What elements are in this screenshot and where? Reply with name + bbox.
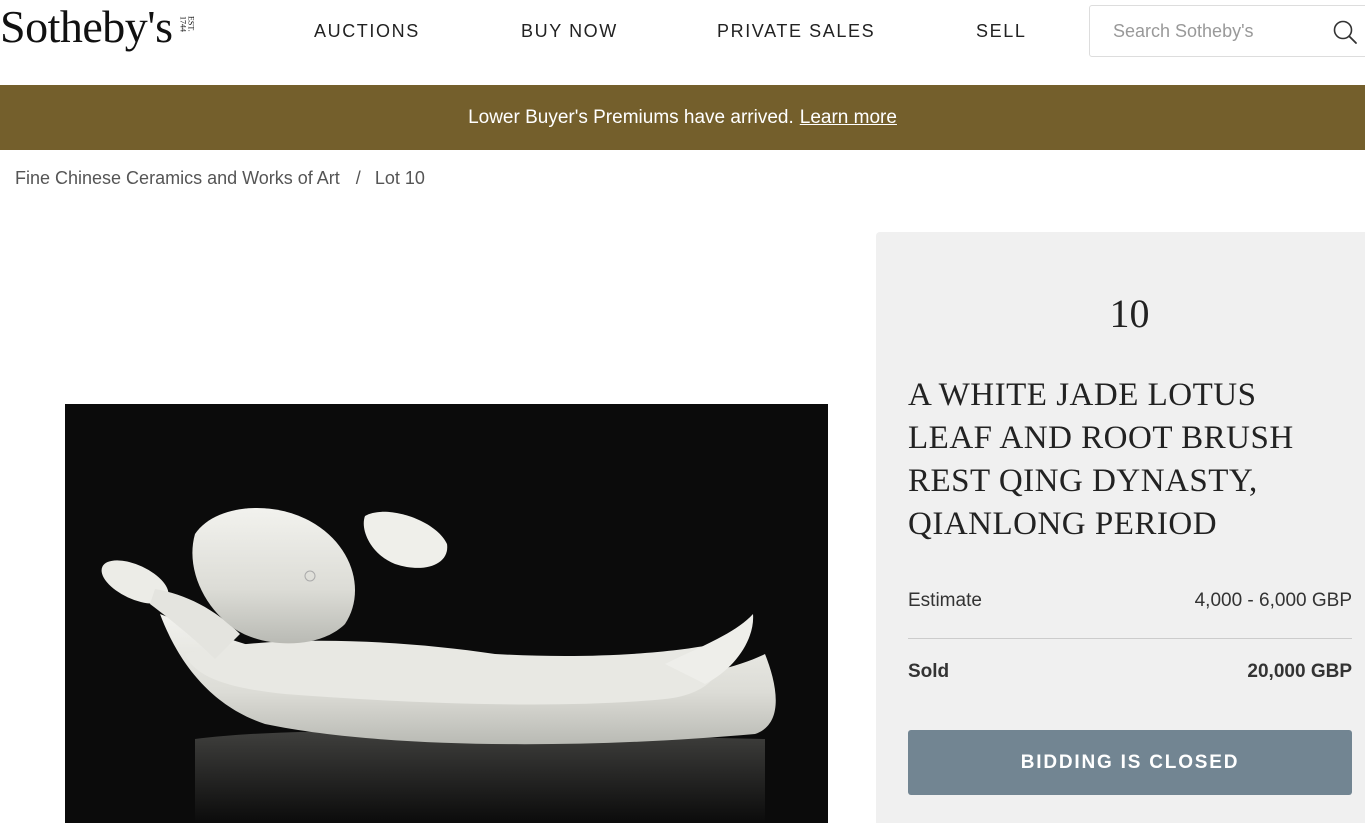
breadcrumb-auction-link[interactable]: Fine Chinese Ceramics and Works of Art — [15, 168, 340, 189]
logo-est-year: 1744 — [178, 16, 188, 32]
lot-number: 10 — [1109, 291, 1150, 336]
bidding-closed-button[interactable]: BIDDING IS CLOSED — [908, 730, 1352, 795]
breadcrumb: Fine Chinese Ceramics and Works of Art /… — [15, 168, 425, 189]
search-icon[interactable] — [1332, 19, 1358, 45]
nav-sell[interactable]: SELL — [976, 21, 1026, 42]
breadcrumb-lot: Lot 10 — [374, 168, 425, 188]
sold-value: 20,000 GBP — [1247, 661, 1352, 682]
lot-title: A WHITE JADE LOTUS LEAF AND ROOT BRUSH R… — [908, 377, 1294, 542]
site-header: Sotheby's EST. 1744 AUCTIONS BUY NOW PRI… — [0, 0, 1365, 85]
banner-text: Lower Buyer's Premiums have arrived. — [468, 106, 794, 128]
estimate-label: Estimate — [908, 590, 982, 611]
banner-learn-more-link[interactable]: Learn more — [800, 107, 897, 129]
lot-details-panel: 10 A WHITE JADE LOTUS LEAF AND ROOT BRUS… — [876, 232, 1365, 823]
sothebys-logo[interactable]: Sotheby's EST. 1744 — [0, 1, 196, 54]
logo-established: EST. 1744 — [178, 16, 196, 32]
nav-private-sales[interactable]: PRIVATE SALES — [717, 21, 875, 42]
search-input[interactable] — [1090, 6, 1320, 56]
breadcrumb-separator: / — [355, 168, 361, 188]
sold-label: Sold — [908, 661, 950, 682]
estimate-value: 4,000 - 6,000 GBP — [1194, 590, 1352, 611]
sold-row: Sold 20,000 GBP — [908, 661, 1352, 683]
promo-banner: Lower Buyer's Premiums have arrived. Lea… — [0, 85, 1365, 150]
logo-est-label: EST. — [186, 16, 196, 32]
estimate-row: Estimate 4,000 - 6,000 GBP — [908, 590, 1352, 612]
search-box — [1089, 5, 1365, 57]
divider — [908, 638, 1352, 639]
lot-image[interactable] — [65, 404, 828, 823]
nav-auctions[interactable]: AUCTIONS — [314, 21, 420, 42]
logo-wordmark: Sotheby's — [0, 1, 173, 52]
nav-buy-now[interactable]: BUY NOW — [521, 21, 618, 42]
jade-brush-rest-image — [101, 507, 776, 823]
